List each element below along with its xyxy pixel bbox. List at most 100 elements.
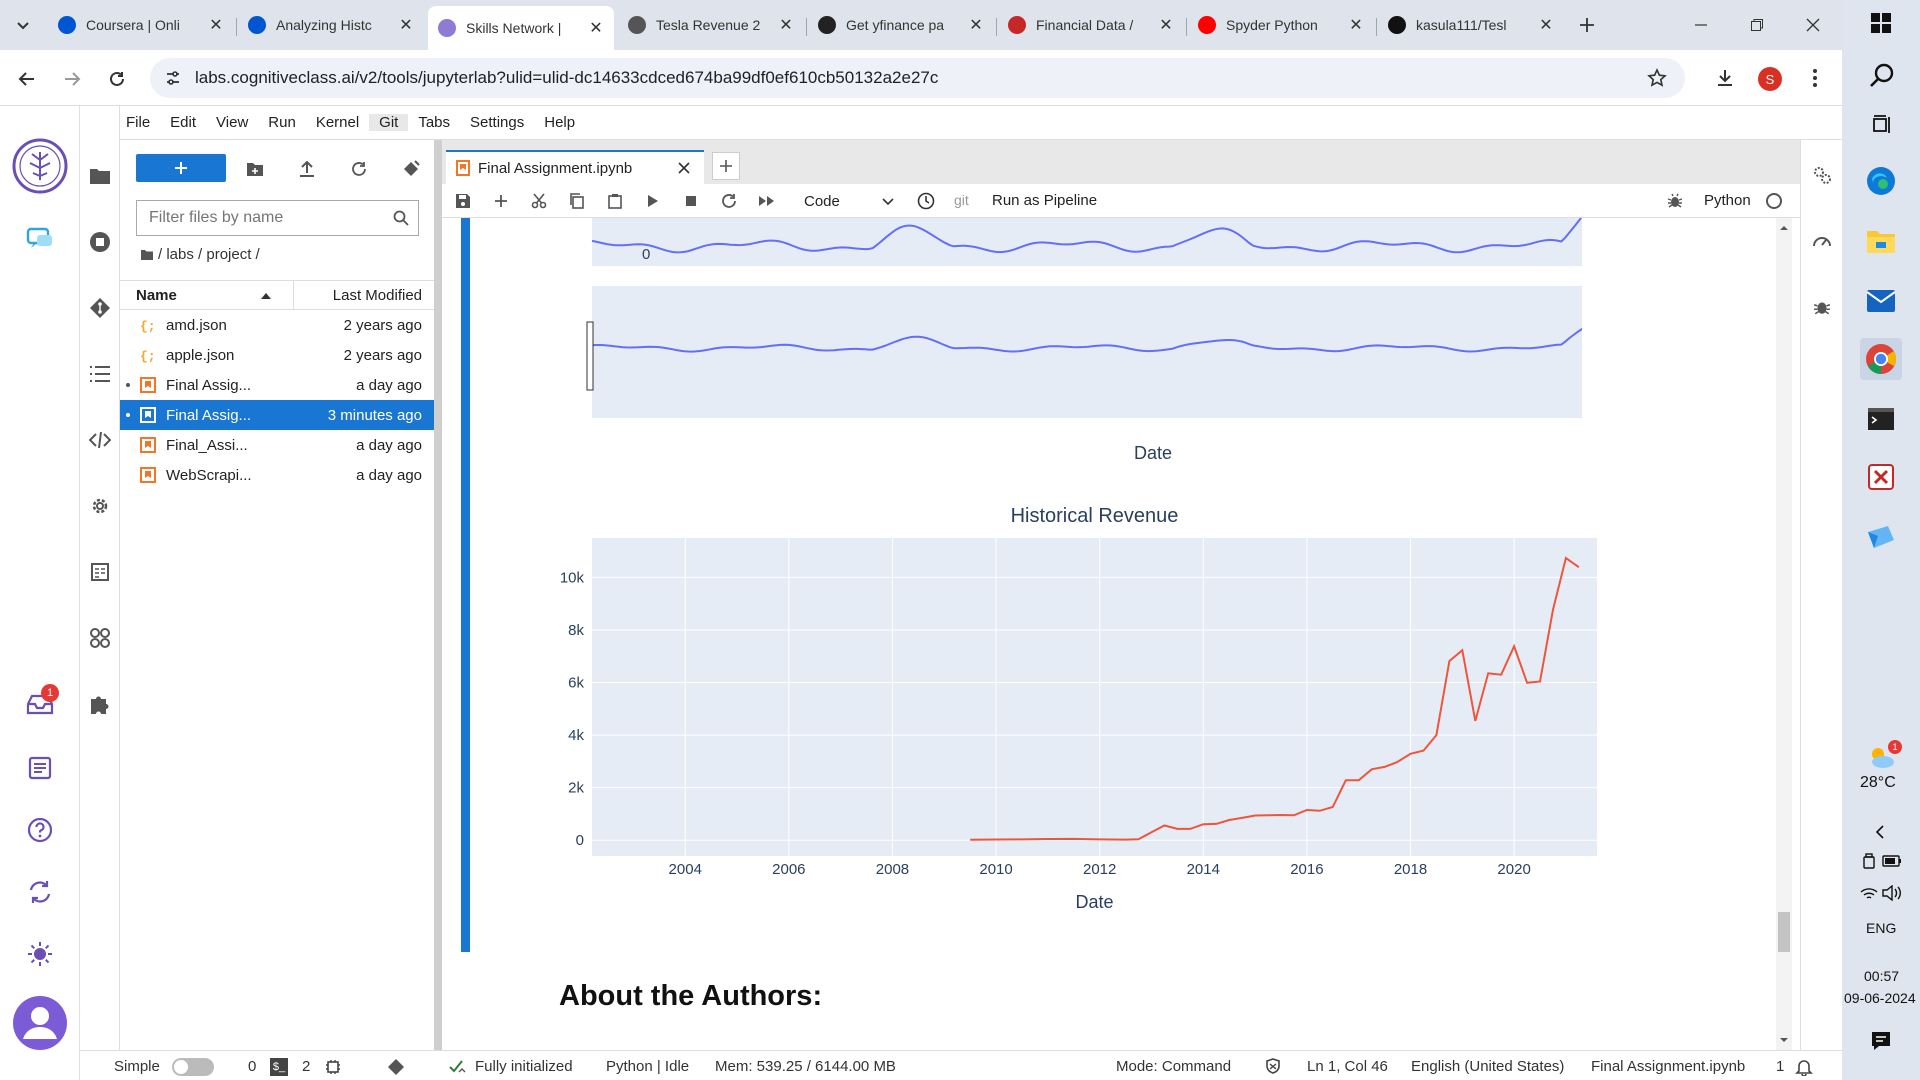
simple-mode-toggle[interactable]	[172, 1058, 214, 1076]
puzzle-extension-icon[interactable]	[88, 692, 112, 716]
browser-tab[interactable]: kasula111/Tesl ✕	[1378, 8, 1564, 42]
browser-tab[interactable]: Financial Data / ✕	[998, 8, 1184, 42]
close-window-icon[interactable]	[1802, 14, 1824, 36]
running-stop-icon[interactable]	[88, 230, 112, 254]
last-modified-column-header[interactable]: Last Modified	[333, 287, 422, 304]
browser-tab[interactable]: Analyzing Histc ✕	[238, 8, 424, 42]
new-folder-icon[interactable]	[244, 158, 266, 180]
restore-window-icon[interactable]	[1746, 14, 1768, 36]
close-tab-icon[interactable]: ✕	[968, 15, 984, 35]
minimize-window-icon[interactable]	[1690, 14, 1712, 36]
menu-file[interactable]: File	[116, 114, 160, 131]
interrupt-kernel-icon[interactable]	[682, 192, 700, 210]
new-launcher-button[interactable]	[136, 154, 226, 182]
refresh-icon[interactable]	[348, 158, 370, 180]
terminal-icon[interactable]: $_	[270, 1058, 288, 1076]
download-icon[interactable]	[1714, 67, 1736, 89]
menu-run[interactable]: Run	[258, 114, 306, 131]
file-explorer-icon[interactable]	[1864, 224, 1898, 258]
close-tab-icon[interactable]: ✕	[588, 18, 604, 38]
resource-gauge-icon[interactable]	[1811, 230, 1833, 252]
range-slider-left-handle[interactable]	[586, 321, 594, 391]
sync-icon[interactable]	[24, 876, 56, 908]
settings-gear-icon[interactable]	[88, 494, 112, 518]
chrome-icon[interactable]	[1860, 338, 1902, 380]
insert-cell-icon[interactable]	[492, 192, 510, 210]
browser-tab[interactable]: Tesla Revenue 2 ✕	[618, 8, 804, 42]
clock-time[interactable]: 00:57	[1864, 968, 1899, 984]
extensions-icon[interactable]	[88, 626, 112, 650]
mail-icon[interactable]	[1864, 284, 1898, 318]
close-tab-icon[interactable]	[678, 162, 690, 174]
browser-tab[interactable]: Coursera | Onli ✕	[48, 8, 234, 42]
scrollbar-thumb[interactable]	[1778, 912, 1790, 952]
file-row[interactable]: {;} amd.json 2 years ago	[120, 310, 434, 340]
scroll-up-icon[interactable]	[1776, 222, 1792, 234]
filter-files-input[interactable]	[137, 201, 382, 235]
show-hidden-icons-chevron[interactable]	[1872, 824, 1888, 840]
back-arrow-icon[interactable]	[16, 68, 38, 90]
init-status[interactable]: Fully initialized	[475, 1058, 573, 1075]
site-info-icon[interactable]	[164, 69, 182, 87]
lsp-status-icon[interactable]	[448, 1058, 468, 1076]
close-tab-icon[interactable]: ✕	[1538, 15, 1554, 35]
bookmark-star-icon[interactable]	[1647, 68, 1667, 88]
git-status-icon[interactable]	[386, 1057, 406, 1077]
cell-type-dropdown[interactable]: Code	[796, 188, 900, 214]
reload-icon[interactable]	[106, 68, 128, 90]
clock-icon[interactable]	[916, 191, 936, 211]
kernel-bug-icon[interactable]	[1666, 192, 1684, 210]
menu-tabs[interactable]: Tabs	[408, 114, 460, 131]
address-bar[interactable]: labs.cognitiveclass.ai/v2/tools/jupyterl…	[150, 58, 1685, 98]
property-inspector-icon[interactable]	[88, 560, 112, 584]
new-launcher-tab-button[interactable]	[712, 152, 740, 180]
kernel-chip-icon[interactable]	[324, 1058, 342, 1076]
restart-run-all-icon[interactable]	[758, 192, 776, 210]
url-text[interactable]: labs.cognitiveclass.ai/v2/tools/jupyterl…	[195, 68, 938, 88]
property-gears-icon[interactable]	[1811, 164, 1833, 186]
input-language[interactable]: ENG	[1866, 920, 1896, 936]
close-tab-icon[interactable]: ✕	[1348, 15, 1364, 35]
file-row[interactable]: {;} apple.json 2 years ago	[120, 340, 434, 370]
wifi-icon[interactable]	[1860, 884, 1878, 902]
tab-search-chevron-icon[interactable]	[14, 16, 32, 34]
home-folder-icon[interactable]	[140, 249, 154, 261]
table-of-contents-icon[interactable]	[88, 362, 112, 386]
git-icon[interactable]	[88, 296, 112, 320]
notebook-tab[interactable]: Final Assignment.ipynb	[446, 150, 704, 184]
clock-date[interactable]: 09-06-2024	[1844, 990, 1916, 1006]
close-tab-icon[interactable]: ✕	[778, 15, 794, 35]
kernel-name[interactable]: Python	[1704, 192, 1751, 209]
file-row[interactable]: WebScrapi... a day ago	[120, 460, 434, 490]
more-vertical-icon[interactable]	[1804, 67, 1826, 89]
folder-icon[interactable]	[88, 164, 112, 188]
skills-network-logo-icon[interactable]	[12, 138, 68, 194]
debugger-icon[interactable]	[1811, 296, 1833, 318]
terminal-count[interactable]: 0	[248, 1058, 256, 1075]
menu-kernel[interactable]: Kernel	[306, 114, 369, 131]
close-tab-icon[interactable]: ✕	[1158, 15, 1174, 35]
upload-icon[interactable]	[296, 158, 318, 180]
range-slider-background[interactable]	[592, 286, 1582, 418]
menu-view[interactable]: View	[206, 114, 258, 131]
scroll-down-icon[interactable]	[1776, 1034, 1792, 1046]
breadcrumb-path[interactable]: / labs / project /	[158, 246, 260, 263]
code-snippets-icon[interactable]	[88, 428, 112, 452]
notification-center-icon[interactable]	[1870, 1030, 1892, 1052]
document-icon[interactable]	[24, 752, 56, 784]
copy-icon[interactable]	[568, 192, 586, 210]
profile-avatar[interactable]: S	[1758, 67, 1782, 91]
windows-start-icon[interactable]	[1870, 12, 1892, 34]
theme-sun-icon[interactable]	[24, 938, 56, 970]
kernel-count[interactable]: 2	[302, 1058, 310, 1075]
volume-icon[interactable]	[1882, 884, 1902, 902]
language-indicator[interactable]: English (United States)	[1411, 1058, 1564, 1075]
weather-temp[interactable]: 28°C	[1860, 774, 1896, 792]
user-avatar-icon[interactable]	[12, 995, 68, 1051]
chat-icon[interactable]	[24, 224, 56, 256]
menu-edit[interactable]: Edit	[160, 114, 206, 131]
file-row[interactable]: Final_Assi... a day ago	[120, 430, 434, 460]
forward-arrow-icon[interactable]	[61, 68, 83, 90]
panel-splitter[interactable]	[434, 140, 442, 1050]
app-blue-icon[interactable]	[1864, 520, 1898, 554]
